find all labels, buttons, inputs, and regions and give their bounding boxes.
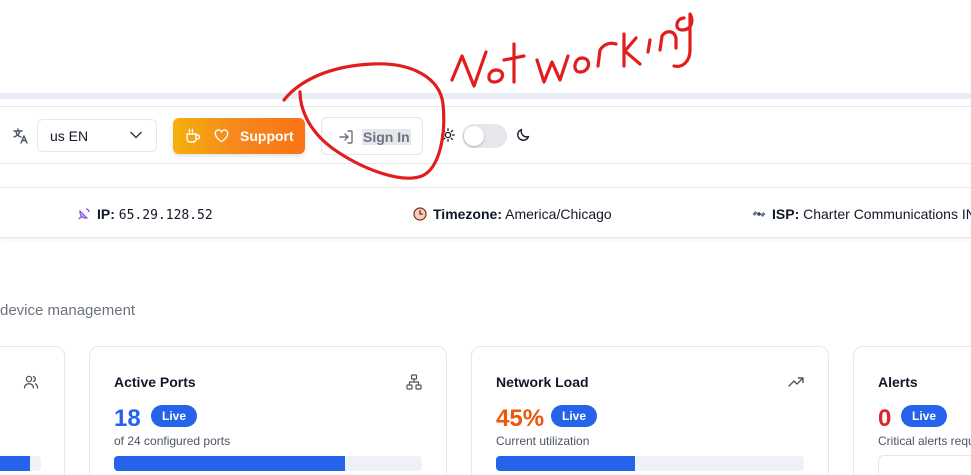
support-button[interactable]: Support bbox=[173, 118, 305, 154]
active-ports-title: Active Ports bbox=[114, 374, 196, 390]
users-progress-fill bbox=[0, 456, 30, 471]
page-subtitle: device management bbox=[0, 302, 136, 319]
trending-up-icon bbox=[788, 377, 804, 387]
header-bar: us EN Support Sign In bbox=[0, 106, 971, 164]
top-divider bbox=[0, 93, 971, 99]
satellite-icon bbox=[752, 211, 766, 217]
network-load-progress-fill bbox=[496, 456, 635, 471]
active-ports-progress-fill bbox=[114, 456, 345, 471]
sign-in-button[interactable]: Sign In bbox=[321, 117, 423, 155]
theme-toggle-knob bbox=[464, 126, 484, 146]
live-badge: Live bbox=[551, 405, 598, 427]
isp-value: Charter Communications IN bbox=[803, 206, 971, 222]
translate-icon bbox=[13, 128, 28, 144]
alerts-card: Alerts 0 Live Critical alerts requ bbox=[853, 346, 971, 475]
network-icon bbox=[406, 374, 422, 390]
connection-info-bar: IP: 65.29.128.52 Timezone: America/Chica… bbox=[0, 187, 971, 238]
sign-in-icon bbox=[339, 130, 353, 144]
isp-label: ISP: bbox=[772, 206, 800, 222]
ip-label: IP: bbox=[97, 206, 115, 222]
theme-toggle[interactable] bbox=[462, 124, 507, 148]
page-root: us EN Support Sign In IP: 65.29.128.52 T… bbox=[0, 0, 971, 475]
moon-icon bbox=[517, 128, 530, 141]
network-load-description: Current utilization bbox=[496, 434, 590, 448]
network-load-progress-bar bbox=[496, 456, 804, 471]
heart-icon bbox=[214, 129, 229, 143]
active-ports-card: Active Ports 18 Live of 24 configured po… bbox=[89, 346, 447, 475]
alerts-list-box bbox=[878, 455, 971, 475]
alerts-title: Alerts bbox=[878, 374, 918, 390]
users-card bbox=[0, 346, 65, 475]
annotation-text bbox=[450, 12, 694, 88]
coffee-icon bbox=[186, 128, 201, 143]
ip-value: 65.29.128.52 bbox=[118, 208, 213, 223]
live-badge: Live bbox=[151, 405, 198, 427]
chevron-down-icon bbox=[130, 131, 142, 139]
users-progress-bar bbox=[0, 456, 41, 471]
support-button-label: Support bbox=[240, 128, 294, 144]
alerts-value: 0 bbox=[878, 405, 892, 432]
sun-icon bbox=[441, 128, 455, 142]
active-ports-progress-bar bbox=[114, 456, 422, 471]
timezone-value: America/Chicago bbox=[505, 206, 612, 222]
active-ports-description: of 24 configured ports bbox=[114, 434, 231, 448]
users-icon bbox=[23, 375, 39, 389]
language-select[interactable]: us EN bbox=[37, 119, 157, 152]
satellite-dish-icon bbox=[78, 208, 90, 220]
network-load-title: Network Load bbox=[496, 374, 589, 390]
timezone-label: Timezone: bbox=[433, 206, 502, 222]
active-ports-value: 18 bbox=[114, 405, 141, 432]
alerts-description: Critical alerts requ bbox=[878, 434, 971, 448]
sign-in-button-label: Sign In bbox=[362, 129, 411, 145]
clock-icon bbox=[413, 207, 427, 221]
live-badge: Live bbox=[901, 405, 948, 427]
network-load-card: Network Load 45% Live Current utilizatio… bbox=[471, 346, 829, 475]
network-load-value: 45% bbox=[496, 405, 545, 432]
language-select-value: us EN bbox=[50, 128, 89, 144]
